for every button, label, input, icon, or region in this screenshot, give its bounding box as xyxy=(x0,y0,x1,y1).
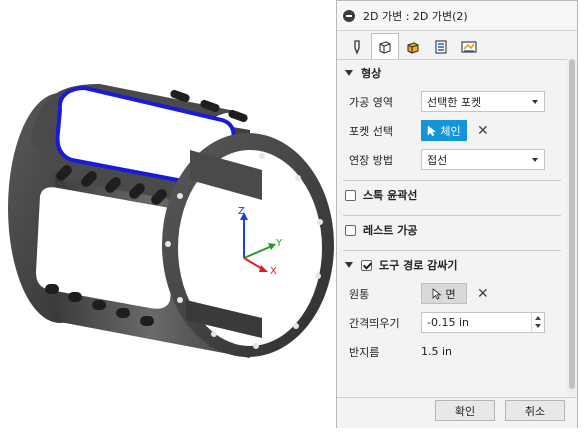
chain-select-button[interactable]: 체인 xyxy=(421,120,467,141)
tab-tool[interactable] xyxy=(343,35,371,59)
section-geometry-title: 형상 xyxy=(361,67,382,80)
dropdown-arrow-icon xyxy=(532,100,538,104)
extension-method-value: 접선 xyxy=(427,153,448,167)
dialog-titlebar: 2D 가변 : 2D 가변(2) xyxy=(337,1,577,31)
radius-row: 반지름 1.5 in xyxy=(337,337,567,366)
dialog-footer: 확인 취소 xyxy=(337,397,577,428)
extension-method-row: 연장 방법 접선 xyxy=(337,145,567,174)
section-tool-path-header[interactable]: 도구 경로 감싸기 xyxy=(337,251,567,279)
face-select-button[interactable]: 면 xyxy=(421,283,467,304)
z-axis-label: Z xyxy=(238,206,245,217)
machining-area-value: 선택한 포켓 xyxy=(427,95,482,109)
y-axis-label: Y xyxy=(275,238,283,249)
offset-label: 간격띄우기 xyxy=(349,316,400,330)
tab-bar xyxy=(337,31,577,60)
dropdown-arrow-icon xyxy=(532,158,538,162)
passes-icon xyxy=(435,40,447,54)
geometry-icon xyxy=(379,40,391,54)
rest-machining-title: 레스트 가공 xyxy=(363,224,418,237)
cursor-icon xyxy=(433,287,443,300)
dialog-title: 2D 가변 : 2D 가변(2) xyxy=(363,9,468,23)
offset-row: 간격띄우기 -0.15 in xyxy=(337,308,567,337)
machining-area-select[interactable]: 선택한 포켓 xyxy=(421,91,545,112)
scrollbar-thumb[interactable] xyxy=(569,59,575,389)
tool-path-title: 도구 경로 감싸기 xyxy=(379,259,458,272)
radius-label: 반지름 xyxy=(349,345,380,359)
dialog-content[interactable]: 형상 가공 영역 선택한 포켓 포켓 선택 체인 ✕ 연장 방법 접선 스톡 윤… xyxy=(337,59,567,397)
cylinder-label: 원통 xyxy=(349,287,370,301)
tab-geometry[interactable] xyxy=(371,33,399,59)
clear-selection-icon[interactable]: ✕ xyxy=(477,123,489,139)
section-rest-machining[interactable]: 레스트 가공 xyxy=(337,216,567,244)
3d-viewport[interactable]: Z Y X xyxy=(0,0,336,432)
face-button-label: 면 xyxy=(445,287,456,301)
heights-icon xyxy=(407,42,419,54)
dialog-scrollbar[interactable] xyxy=(567,59,577,397)
extension-method-label: 연장 방법 xyxy=(349,153,393,167)
section-geometry-header[interactable]: 형상 xyxy=(337,59,567,87)
machining-area-label: 가공 영역 xyxy=(349,95,393,109)
offset-spinner[interactable] xyxy=(531,313,544,332)
linking-icon xyxy=(461,41,477,53)
operation-dialog: 2D 가변 : 2D 가변(2) 형상 가공 영역 선택한 포켓 포켓 선택 체… xyxy=(336,0,578,428)
stock-contours-title: 스톡 윤곽선 xyxy=(363,189,418,202)
tool-icon xyxy=(354,40,360,55)
rest-machining-checkbox[interactable] xyxy=(345,224,356,236)
cylinder-row: 원통 면 ✕ xyxy=(337,279,567,308)
cylinder-model[interactable]: Z Y X xyxy=(0,0,336,432)
cancel-button[interactable]: 취소 xyxy=(505,400,565,421)
section-stock-contours[interactable]: 스톡 윤곽선 xyxy=(337,181,567,209)
stock-contours-checkbox[interactable] xyxy=(345,189,356,201)
pocket-selection-row: 포켓 선택 체인 ✕ xyxy=(337,116,567,145)
clear-face-icon[interactable]: ✕ xyxy=(477,286,489,302)
collapse-icon[interactable] xyxy=(343,9,355,22)
cursor-icon xyxy=(428,124,437,136)
pocket-selection-label: 포켓 선택 xyxy=(349,124,393,138)
tab-heights[interactable] xyxy=(399,35,427,59)
chevron-down-icon[interactable] xyxy=(345,262,353,268)
offset-input[interactable]: -0.15 in xyxy=(421,312,545,333)
ok-button[interactable]: 확인 xyxy=(435,400,495,421)
x-axis-label: X xyxy=(270,266,277,277)
radius-value: 1.5 in xyxy=(421,345,453,358)
offset-value: -0.15 in xyxy=(427,316,469,329)
tab-passes[interactable] xyxy=(427,35,455,59)
chevron-down-icon xyxy=(345,70,353,76)
machining-area-row: 가공 영역 선택한 포켓 xyxy=(337,87,567,116)
chain-button-label: 체인 xyxy=(440,124,461,138)
extension-method-select[interactable]: 접선 xyxy=(421,149,545,170)
tab-linking[interactable] xyxy=(455,35,483,59)
tool-path-checkbox[interactable] xyxy=(361,259,372,271)
